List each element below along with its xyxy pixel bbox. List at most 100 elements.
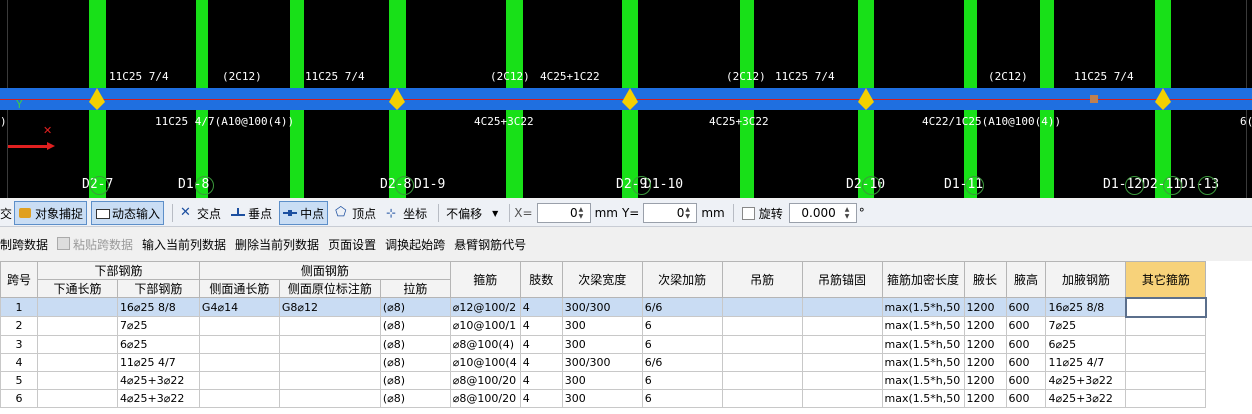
coordinate-snap-button[interactable]: ⊹ 坐标 <box>383 202 430 224</box>
header-dense-length[interactable]: 箍筋加密长度 <box>881 261 965 298</box>
cell-legs[interactable]: 4 <box>519 334 563 354</box>
spin-arrows-icon[interactable]: ▲ ▼ <box>685 203 694 223</box>
cell-hanger-anchor[interactable] <box>801 388 883 408</box>
cell-side-original[interactable] <box>278 334 381 354</box>
cell-legs[interactable]: 4 <box>519 316 563 336</box>
cantilever-code-button[interactable]: 悬臂钢筋代号 <box>454 236 526 253</box>
header-haunch-bar[interactable]: 加腋钢筋 <box>1045 261 1127 298</box>
cell-side-original[interactable] <box>278 352 381 372</box>
cell-lower-through[interactable] <box>36 334 118 354</box>
grip-point[interactable] <box>1090 95 1098 103</box>
cell-lower-bar[interactable]: 4⌀25+3⌀22 <box>116 370 200 390</box>
dynamic-input-button[interactable]: 动态输入 <box>91 201 165 225</box>
cell-other-stirrup[interactable] <box>1125 316 1207 336</box>
header-hanger-anchor[interactable]: 吊筋锚固 <box>801 261 883 298</box>
cell-tie[interactable]: (⌀8) <box>379 352 451 372</box>
cell-side-original[interactable]: G8⌀12 <box>278 297 381 317</box>
cell-haunch-bar[interactable]: 11⌀25 4/7 <box>1045 352 1127 372</box>
cell-haunch-height[interactable]: 600 <box>1005 316 1047 336</box>
cell-stirrup[interactable]: ⌀8@100(4) <box>449 334 521 354</box>
table-row[interactable]: 3 6⌀25 (⌀8) ⌀8@100(4) 4 300 6 max(1.5*h,… <box>0 334 1252 354</box>
cell-side-original[interactable] <box>278 370 381 390</box>
header-tie[interactable]: 拉筋 <box>379 279 451 298</box>
cell-haunch-bar[interactable]: 4⌀25+3⌀22 <box>1045 370 1127 390</box>
header-secondary-width[interactable]: 次梁宽度 <box>561 261 643 298</box>
cell-stirrup[interactable]: ⌀8@100/20 <box>449 388 521 408</box>
cell-other-stirrup[interactable] <box>1125 352 1207 372</box>
cell-side-through[interactable] <box>198 334 280 354</box>
cell-other-stirrup[interactable] <box>1125 334 1207 354</box>
cell-stirrup[interactable]: ⌀12@100/2 <box>449 297 521 317</box>
cell-lower-through[interactable] <box>36 316 118 336</box>
cell-span[interactable]: 5 <box>0 370 38 390</box>
cell-haunch-bar[interactable]: 6⌀25 <box>1045 334 1127 354</box>
cell-span[interactable]: 4 <box>0 352 38 372</box>
cell-tie[interactable]: (⌀8) <box>379 334 451 354</box>
cell-haunch-height[interactable]: 600 <box>1005 334 1047 354</box>
cell-lower-bar[interactable]: 16⌀25 8/8 <box>116 297 200 317</box>
y-coordinate-input[interactable]: 0 ▲ ▼ <box>643 203 698 223</box>
cell-haunch-height[interactable]: 600 <box>1005 352 1047 372</box>
cell-legs[interactable]: 4 <box>519 297 563 317</box>
cell-haunch-length[interactable]: 1200 <box>963 316 1007 336</box>
cell-other-stirrup[interactable] <box>1125 388 1207 408</box>
cell-lower-through[interactable] <box>36 370 118 390</box>
cell-span[interactable]: 6 <box>0 388 38 408</box>
header-haunch-length[interactable]: 腋长 <box>963 261 1007 298</box>
cell-hanger[interactable] <box>721 352 803 372</box>
cell-stirrup[interactable]: ⌀10@100/1 <box>449 316 521 336</box>
paste-span-data-button[interactable]: 粘贴跨数据 <box>57 236 133 253</box>
swap-start-span-button[interactable]: 调换起始跨 <box>385 236 445 253</box>
cell-hanger-anchor[interactable] <box>801 334 883 354</box>
header-span[interactable]: 跨号 <box>0 261 38 298</box>
cell-haunch-bar[interactable]: 16⌀25 8/8 <box>1045 297 1127 317</box>
cell-lower-bar[interactable]: 4⌀25+3⌀22 <box>116 388 200 408</box>
cell-side-through[interactable] <box>198 352 280 372</box>
cell-other-stirrup[interactable] <box>1125 370 1207 390</box>
cell-legs[interactable]: 4 <box>519 370 563 390</box>
cell-lower-through[interactable] <box>36 297 118 317</box>
cell-stirrup[interactable]: ⌀10@100(4 <box>449 352 521 372</box>
cell-hanger[interactable] <box>721 316 803 336</box>
cell-secondary-bar[interactable]: 6/6 <box>641 297 723 317</box>
cell-haunch-length[interactable]: 1200 <box>963 352 1007 372</box>
midpoint-snap-button[interactable]: 中点 <box>279 201 329 225</box>
delete-current-column-button[interactable]: 删除当前列数据 <box>235 236 319 253</box>
cell-haunch-length[interactable]: 1200 <box>963 334 1007 354</box>
header-hanger[interactable]: 吊筋 <box>721 261 803 298</box>
cell-hanger[interactable] <box>721 370 803 390</box>
cell-hanger[interactable] <box>721 388 803 408</box>
cell-haunch-height[interactable]: 600 <box>1005 297 1047 317</box>
header-legs[interactable]: 肢数 <box>519 261 563 298</box>
cell-secondary-bar[interactable]: 6 <box>641 370 723 390</box>
cell-span[interactable]: 1 <box>0 297 38 317</box>
offset-dropdown[interactable]: 不偏移 ▼ <box>443 202 501 224</box>
cell-hanger-anchor[interactable] <box>801 316 883 336</box>
cell-tie[interactable]: (⌀8) <box>379 316 451 336</box>
cell-dense-length[interactable]: max(1.5*h,50 <box>881 352 965 372</box>
object-snap-button[interactable]: 对象捕捉 <box>14 201 88 225</box>
span-data-table[interactable]: 跨号 下部钢筋 侧面钢筋 箍筋 肢数 次梁宽度 次梁加筋 吊筋 吊筋锚固 箍筋加… <box>0 261 1252 414</box>
cell-side-through[interactable]: G4⌀14 <box>198 297 280 317</box>
cell-legs[interactable]: 4 <box>519 388 563 408</box>
spin-arrows-icon[interactable]: ▲ ▼ <box>845 203 854 223</box>
spin-arrows-icon[interactable]: ▲ ▼ <box>579 203 588 223</box>
cell-secondary-bar[interactable]: 6 <box>641 316 723 336</box>
cell-tie[interactable]: (⌀8) <box>379 370 451 390</box>
input-current-column-button[interactable]: 输入当前列数据 <box>142 236 226 253</box>
x-coordinate-input[interactable]: 0 ▲ ▼ <box>536 203 591 223</box>
table-row[interactable]: 4 11⌀25 4/7 (⌀8) ⌀10@100(4 4 300/300 6/6… <box>0 352 1252 372</box>
cell-hanger[interactable] <box>721 297 803 317</box>
rotate-checkbox[interactable] <box>741 206 755 220</box>
cell-dense-length[interactable]: max(1.5*h,50 <box>881 334 965 354</box>
table-row[interactable]: 1 16⌀25 8/8 G4⌀14 G8⌀12 (⌀8) ⌀12@100/2 4… <box>0 296 1252 318</box>
cell-secondary-bar[interactable]: 6 <box>641 388 723 408</box>
cell-secondary-bar[interactable]: 6/6 <box>641 352 723 372</box>
cell-other-stirrup-active[interactable] <box>1124 296 1207 318</box>
cell-dense-length[interactable]: max(1.5*h,50 <box>881 370 965 390</box>
copy-span-data-button[interactable]: 制跨数据 <box>0 236 48 253</box>
vertex-snap-button[interactable]: ⬠ 顶点 <box>332 202 379 224</box>
cell-side-through[interactable] <box>198 370 280 390</box>
table-row[interactable]: 2 7⌀25 (⌀8) ⌀10@100/1 4 300 6 max(1.5*h,… <box>0 316 1252 336</box>
cell-secondary-width[interactable]: 300 <box>561 388 643 408</box>
